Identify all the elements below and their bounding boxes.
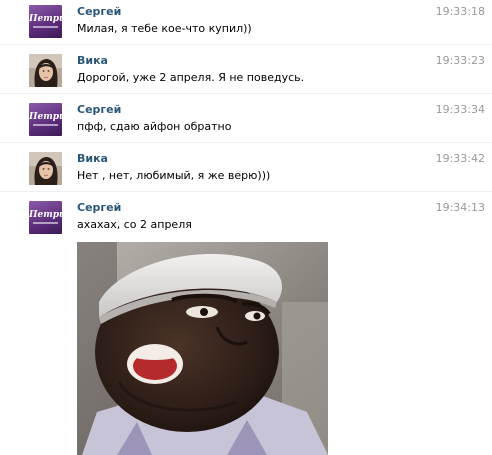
message-text: пфф, сдаю айфон обратно [77,120,232,133]
message-text: ахахах, со 2 апреля [77,218,192,231]
avatar-logo-underline [33,124,58,126]
message-author[interactable]: Сергей [77,201,121,214]
attached-photo[interactable] [77,242,328,455]
message-item: Петрик Сергей пфф, сдаю айфон обратно 19… [0,93,492,147]
avatar-logo-underline [33,26,58,28]
avatar[interactable] [29,54,62,87]
avatar-photo [29,152,62,185]
avatar[interactable]: Петрик [29,5,62,38]
avatar-logo-text: Петрик [29,210,62,220]
avatar[interactable] [29,152,62,185]
avatar-logo-underline [33,222,58,224]
message-text: Милая, я тебе кое-что купил)) [77,22,252,35]
message-item: Петрик Сергей Милая, я тебе кое-что купи… [0,1,492,49]
message-time[interactable]: 19:34:13 [436,201,485,214]
avatar[interactable]: Петрик [29,103,62,136]
avatar-logo-text: Петрик [29,14,62,24]
avatar-logo-text: Петрик [29,112,62,122]
chat-history: Петрик Сергей Милая, я тебе кое-что купи… [0,0,492,455]
message-item: Вика Нет , нет, любимый, я же верю))) 19… [0,142,492,196]
laughing-man-image [77,242,328,455]
message-time[interactable]: 19:33:23 [436,54,485,67]
message-text: Дорогой, уже 2 апреля. Я не поведусь. [77,71,305,84]
avatar[interactable]: Петрик [29,201,62,234]
message-time[interactable]: 19:33:42 [436,152,485,165]
message-text: Нет , нет, любимый, я же верю))) [77,169,271,182]
message-author[interactable]: Сергей [77,103,121,116]
avatar-photo [29,54,62,87]
message-author[interactable]: Вика [77,54,108,67]
message-time[interactable]: 19:33:18 [436,5,485,18]
message-author[interactable]: Вика [77,152,108,165]
message-author[interactable]: Сергей [77,5,121,18]
message-time[interactable]: 19:33:34 [436,103,485,116]
message-item: Вика Дорогой, уже 2 апреля. Я не поведус… [0,44,492,98]
